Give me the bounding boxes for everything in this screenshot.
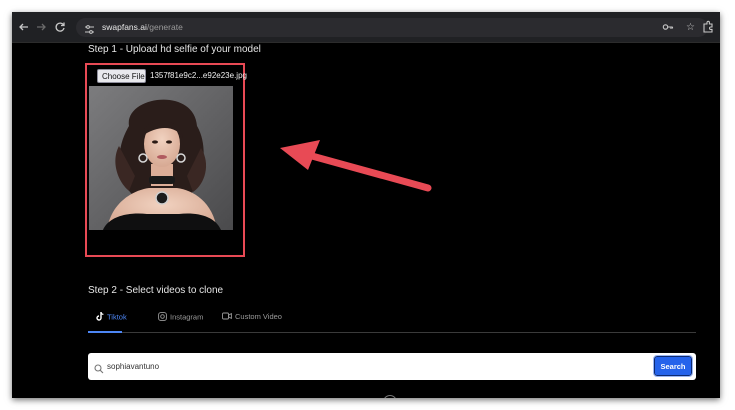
extensions-icon[interactable] xyxy=(700,19,716,35)
instagram-icon xyxy=(158,312,167,323)
search-button[interactable]: Search xyxy=(653,355,693,377)
selected-file-name: 1357f81e9c2...e92e23e.jpg xyxy=(150,71,247,80)
tab-instagram[interactable]: Instagram xyxy=(158,312,203,323)
video-icon xyxy=(222,312,232,322)
password-key-icon[interactable] xyxy=(662,21,674,37)
address-bar[interactable]: swapfans.ai/generate ☆ xyxy=(76,18,708,37)
reload-icon[interactable] xyxy=(52,19,68,35)
back-arrow-icon[interactable] xyxy=(16,19,32,35)
browser-toolbar: swapfans.ai/generate ☆ xyxy=(12,12,720,43)
site-settings-icon[interactable] xyxy=(84,22,95,40)
search-input[interactable] xyxy=(107,358,647,375)
search-icon xyxy=(94,361,104,379)
url-text: swapfans.ai/generate xyxy=(102,22,183,32)
page-content: Step 1 - Upload hd selfie of your model … xyxy=(12,43,720,398)
tab-tiktok[interactable]: Tiktok xyxy=(96,311,127,323)
video-source-tabs: Tiktok Instagram Custom Video xyxy=(88,308,696,334)
uploaded-selfie-preview xyxy=(89,86,233,230)
step2-title: Step 2 - Select videos to clone xyxy=(88,285,224,296)
browser-window: swapfans.ai/generate ☆ Step 1 - Upload h… xyxy=(12,12,720,398)
tiktok-icon xyxy=(96,311,104,323)
choose-file-button[interactable]: Choose File xyxy=(97,69,146,83)
tab-custom-video[interactable]: Custom Video xyxy=(222,312,282,322)
active-tab-indicator xyxy=(88,331,122,333)
video-search-bar: Search xyxy=(88,353,696,380)
loading-spinner xyxy=(383,395,397,398)
forward-arrow-icon[interactable] xyxy=(33,19,49,35)
tabs-divider xyxy=(88,332,696,333)
bookmark-star-icon[interactable]: ☆ xyxy=(686,21,695,34)
step1-title: Step 1 - Upload hd selfie of your model xyxy=(88,44,261,55)
red-arrow-annotation xyxy=(280,140,432,192)
